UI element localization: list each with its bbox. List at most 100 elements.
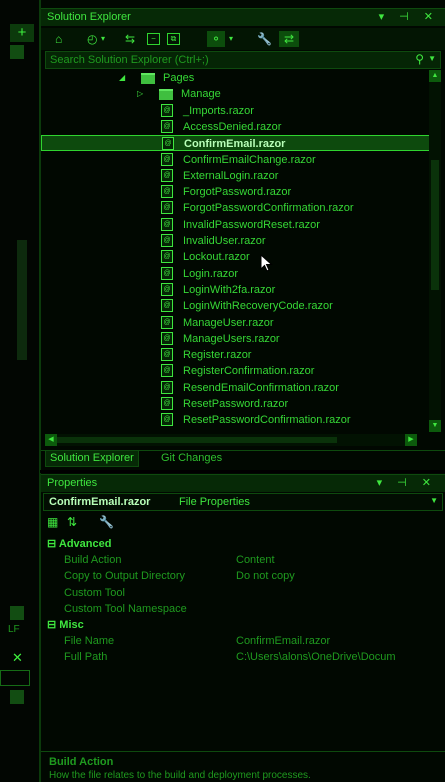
tree-file-item[interactable]: @ ExternalLogin.razor bbox=[41, 168, 431, 184]
property-category[interactable]: ⊟ Advanced bbox=[41, 536, 445, 552]
search-placeholder: Search Solution Explorer (Ctrl+;) bbox=[50, 54, 209, 66]
scrollbar-thumb[interactable] bbox=[431, 160, 439, 290]
search-icon[interactable]: ⚲ bbox=[415, 52, 424, 66]
category-header[interactable]: ⊟ Misc bbox=[47, 617, 84, 633]
tree-file-item[interactable]: @ ConfirmEmailChange.razor bbox=[41, 152, 431, 168]
tree-file-item[interactable]: @ InvalidPasswordReset.razor bbox=[41, 217, 431, 233]
window-controls[interactable]: ▾ ⊣ ✕ bbox=[379, 10, 439, 23]
show-all-files-icon[interactable]: ⧉ bbox=[167, 33, 180, 45]
property-value[interactable]: C:\Users\alons\OneDrive\Docum bbox=[236, 649, 396, 665]
categorized-icon[interactable]: ▦ bbox=[47, 515, 58, 529]
left-editor-strip: + LF ✕ bbox=[0, 0, 40, 782]
scroll-left-button[interactable]: ◀ bbox=[45, 434, 57, 446]
tree-file-item[interactable]: @ LoginWith2fa.razor bbox=[41, 282, 431, 298]
razor-file-icon: @ bbox=[161, 103, 173, 117]
tree-file-item[interactable]: @ ResetPassword.razor bbox=[41, 396, 431, 412]
wrench-icon[interactable]: 🔧 bbox=[99, 515, 114, 529]
collapsed-arrow-icon[interactable]: ▷ bbox=[137, 86, 143, 102]
tree-file-item[interactable]: @ AccessDenied.razor bbox=[41, 119, 431, 135]
tree-file-item[interactable]: @ LoginWithRecoveryCode.razor bbox=[41, 298, 431, 314]
scroll-right-button[interactable]: ▶ bbox=[405, 434, 417, 446]
property-value[interactable]: Do not copy bbox=[236, 568, 295, 584]
chevron-down-icon[interactable]: ▼ bbox=[428, 54, 436, 63]
property-value[interactable]: ConfirmEmail.razor bbox=[236, 633, 330, 649]
tree-folder-item[interactable]: ◢ Pages bbox=[41, 70, 431, 86]
tree-item-label: RegisterConfirmation.razor bbox=[183, 365, 315, 378]
razor-file-icon: @ bbox=[161, 266, 173, 280]
solution-explorer-title-bar: Solution Explorer ▾ ⊣ ✕ bbox=[41, 8, 445, 26]
tree-file-item[interactable]: @ Lockout.razor bbox=[41, 249, 431, 265]
search-input[interactable]: Search Solution Explorer (Ctrl+;) ⚲ ▼ bbox=[45, 51, 441, 69]
scroll-up-button[interactable]: ▲ bbox=[429, 70, 441, 82]
close-icon[interactable]: ✕ bbox=[12, 650, 23, 666]
chevron-down-icon[interactable]: ▾ bbox=[101, 31, 105, 47]
horizontal-scrollbar[interactable]: ◀ ▶ bbox=[45, 434, 417, 446]
home-icon[interactable]: ⌂ bbox=[55, 31, 62, 47]
property-description: Build Action How the file relates to the… bbox=[41, 751, 445, 782]
collapse-all-icon[interactable]: − bbox=[147, 33, 160, 45]
scroll-down-button[interactable]: ▼ bbox=[429, 420, 441, 432]
history-icon[interactable]: ◴ bbox=[87, 31, 97, 47]
property-row[interactable]: Copy to Output Directory Do not copy bbox=[41, 568, 445, 584]
expanded-arrow-icon[interactable]: ◢ bbox=[119, 70, 125, 86]
line-ending-label[interactable]: LF bbox=[8, 624, 20, 635]
tree-file-item[interactable]: @ Register.razor bbox=[41, 347, 431, 363]
razor-file-icon: @ bbox=[161, 119, 173, 133]
window-controls[interactable]: ▾ ⊣ ✕ bbox=[377, 476, 437, 489]
tab-git-changes[interactable]: Git Changes bbox=[157, 451, 226, 467]
property-row[interactable]: Custom Tool bbox=[41, 585, 445, 601]
property-name: Build Action bbox=[64, 554, 122, 567]
chevron-down-icon[interactable]: ▾ bbox=[229, 31, 233, 47]
preview-selected-icon[interactable]: ⇄ bbox=[279, 31, 299, 47]
folder-icon bbox=[159, 89, 173, 101]
tree-file-item[interactable]: @ ConfirmEmail.razor bbox=[41, 135, 431, 152]
tree-file-item[interactable]: @ ResendEmailConfirmation.razor bbox=[41, 380, 431, 396]
object-selector[interactable]: ConfirmEmail.razor File Properties ▼ bbox=[43, 493, 443, 511]
panel-title: Solution Explorer bbox=[47, 11, 131, 23]
property-name: Custom Tool bbox=[64, 586, 125, 599]
tree-folder-item[interactable]: ▷ Manage bbox=[41, 86, 431, 102]
vertical-scrollbar[interactable]: ▲ ▼ bbox=[429, 70, 441, 432]
tab-solution-explorer[interactable]: Solution Explorer bbox=[45, 451, 139, 467]
tree-file-item[interactable]: @ ForgotPassword.razor bbox=[41, 184, 431, 200]
category-header[interactable]: ⊟ Advanced bbox=[47, 536, 111, 552]
property-category[interactable]: ⊟ Misc bbox=[41, 617, 445, 633]
collapse-category-icon[interactable]: ⊟ bbox=[47, 619, 59, 631]
tree-item-label: ExternalLogin.razor bbox=[183, 169, 279, 182]
tree-item-label: ForgotPassword.razor bbox=[183, 186, 292, 199]
tree-file-item[interactable]: @ RegisterConfirmation.razor bbox=[41, 363, 431, 379]
scrollbar-thumb[interactable] bbox=[17, 240, 27, 360]
tree-file-item[interactable]: @ ForgotPasswordConfirmation.razor bbox=[41, 200, 431, 216]
collapse-category-icon[interactable]: ⊟ bbox=[47, 538, 59, 550]
tree-item-label: Manage bbox=[181, 88, 221, 101]
pending-changes-filter-icon[interactable]: ⚬ bbox=[207, 31, 225, 47]
scroll-up-button[interactable] bbox=[10, 690, 24, 704]
tree-file-item[interactable]: @ _Imports.razor bbox=[41, 103, 431, 119]
object-type: File Properties bbox=[179, 496, 250, 508]
tree-file-item[interactable]: @ ManageUser.razor bbox=[41, 315, 431, 331]
property-row[interactable]: Custom Tool Namespace bbox=[41, 601, 445, 617]
dropdown-box[interactable] bbox=[0, 670, 30, 686]
category-label: Advanced bbox=[58, 538, 112, 550]
scroll-up-button[interactable] bbox=[10, 45, 24, 59]
solution-explorer-panel: Solution Explorer ▾ ⊣ ✕ ⌂ ◴ ▾ ⇆ − ⧉ ⚬ ▾ … bbox=[40, 0, 445, 470]
tree-file-item[interactable]: @ Login.razor bbox=[41, 266, 431, 282]
properties-title-bar: Properties ▾ ⊣ ✕ bbox=[41, 474, 445, 492]
razor-file-icon: @ bbox=[161, 201, 173, 215]
property-value[interactable]: Content bbox=[236, 552, 275, 568]
tree-file-item[interactable]: @ ManageUsers.razor bbox=[41, 331, 431, 347]
tree-file-item[interactable]: @ ResetPasswordConfirmation.razor bbox=[41, 412, 431, 428]
scroll-down-button[interactable] bbox=[10, 606, 24, 620]
property-row[interactable]: Full Path C:\Users\alons\OneDrive\Docum bbox=[41, 649, 445, 665]
chevron-down-icon[interactable]: ▼ bbox=[430, 496, 438, 505]
property-row[interactable]: Build Action Content bbox=[41, 552, 445, 568]
wrench-icon[interactable]: 🔧 bbox=[257, 31, 272, 47]
scrollbar-thumb[interactable] bbox=[57, 437, 337, 443]
add-icon[interactable]: + bbox=[10, 24, 34, 42]
tree-item-label: InvalidUser.razor bbox=[183, 235, 266, 247]
property-name: Full Path bbox=[64, 651, 108, 664]
sync-icon[interactable]: ⇆ bbox=[125, 31, 135, 47]
alphabetical-sort-icon[interactable]: ⇅ bbox=[67, 515, 77, 529]
property-row[interactable]: File Name ConfirmEmail.razor bbox=[41, 633, 445, 649]
tree-file-item[interactable]: @ InvalidUser.razor bbox=[41, 233, 431, 249]
